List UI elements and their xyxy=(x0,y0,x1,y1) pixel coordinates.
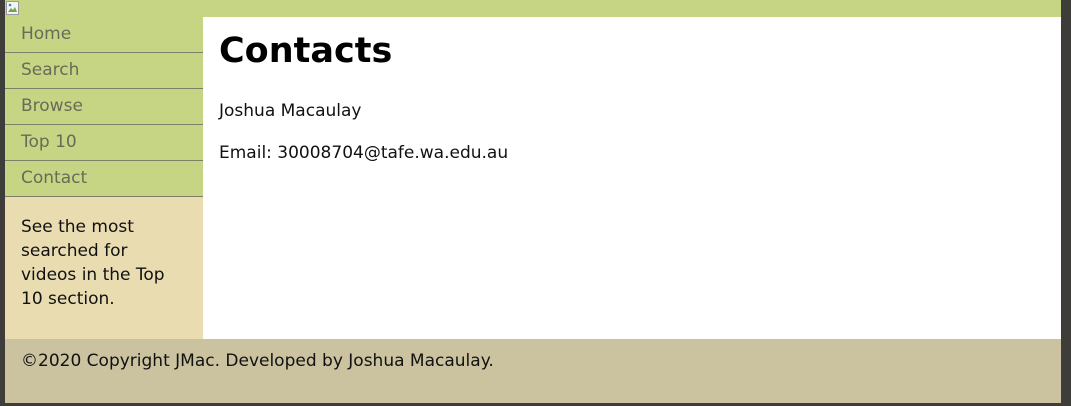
sidebar-item-home[interactable]: Home xyxy=(5,17,203,53)
broken-image-icon xyxy=(5,0,21,16)
header-banner xyxy=(5,0,1061,17)
page-title: Contacts xyxy=(219,31,393,71)
page-frame: Home Search Browse Top 10 Contact See th… xyxy=(5,0,1061,403)
footer: ©2020 Copyright JMac. Developed by Joshu… xyxy=(5,339,1061,403)
sidebar-item-contact[interactable]: Contact xyxy=(5,161,203,197)
contact-name: Joshua Macaulay xyxy=(219,101,362,121)
sidebar-item-search[interactable]: Search xyxy=(5,53,203,89)
main-content: Contacts Joshua Macaulay Email: 30008704… xyxy=(203,17,1061,339)
sidebar-note: See the most searched for videos in the … xyxy=(21,217,165,309)
footer-copyright: ©2020 Copyright JMac. Developed by Joshu… xyxy=(21,351,494,371)
contact-email: Email: 30008704@tafe.wa.edu.au xyxy=(219,143,509,163)
sidebar-item-browse[interactable]: Browse xyxy=(5,89,203,125)
sidebar: Home Search Browse Top 10 Contact See th… xyxy=(5,17,203,339)
sidebar-item-top-10[interactable]: Top 10 xyxy=(5,125,203,161)
